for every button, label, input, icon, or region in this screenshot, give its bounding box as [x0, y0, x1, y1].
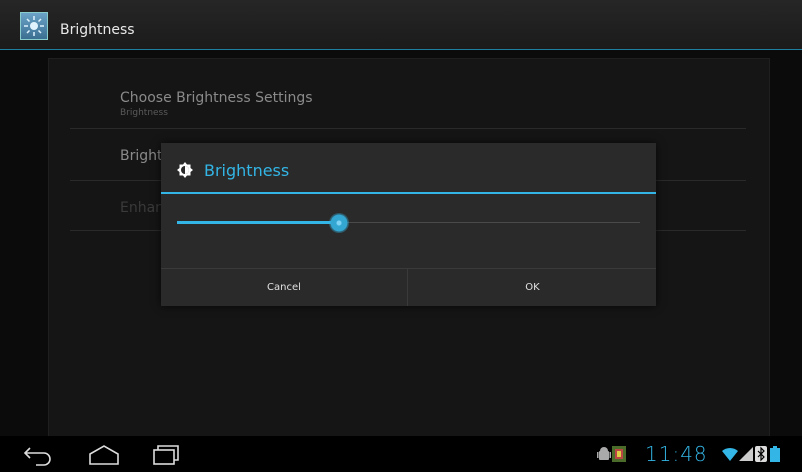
dialog-title-bar: Brightness — [161, 143, 656, 194]
cancel-button[interactable]: Cancel — [161, 269, 408, 306]
clock: 11:48 — [645, 442, 708, 466]
home-icon[interactable] — [88, 442, 120, 470]
android-debug-icon — [597, 446, 611, 466]
app-notification-icon — [612, 446, 626, 466]
app-title: Brightness — [60, 22, 135, 38]
system-bar: 11:48 — [0, 436, 802, 472]
slider-fill — [177, 221, 340, 224]
action-bar: Brightness — [0, 0, 802, 50]
signal-icon — [739, 446, 753, 466]
recents-icon[interactable] — [150, 442, 180, 470]
dialog-title: Brightness — [204, 161, 290, 180]
ok-button[interactable]: OK — [409, 269, 656, 306]
brightness-icon — [177, 162, 193, 182]
dialog-button-bar: Cancel OK — [161, 268, 656, 306]
pref-title: Choose Brightness Settings — [120, 90, 313, 106]
settings-screen: Brightness Choose Brightness Settings Br… — [0, 0, 802, 438]
back-icon[interactable] — [22, 442, 52, 470]
brightness-dialog: Brightness Cancel OK — [161, 143, 656, 306]
slider-thumb[interactable] — [329, 213, 350, 233]
pref-choose-brightness-settings[interactable]: Choose Brightness Settings Brightness — [70, 72, 746, 129]
wifi-icon — [722, 446, 738, 466]
brightness-app-icon[interactable] — [20, 12, 48, 40]
pref-summary: Brightness — [120, 108, 168, 118]
bluetooth-icon — [755, 446, 767, 466]
battery-icon — [770, 446, 780, 466]
